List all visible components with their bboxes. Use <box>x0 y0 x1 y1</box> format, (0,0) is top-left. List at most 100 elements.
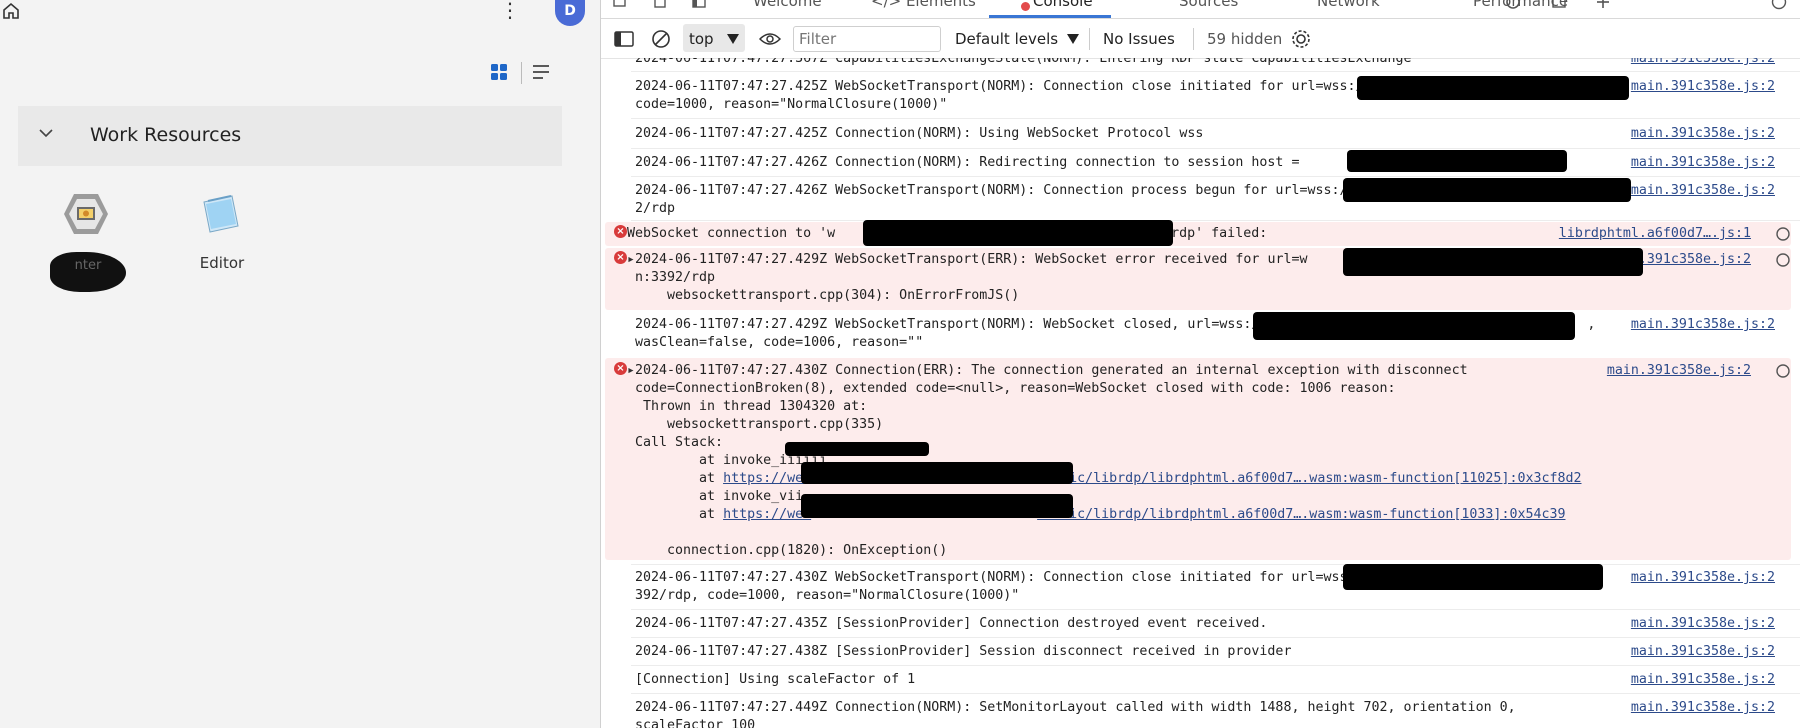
inspect-icon[interactable] <box>613 0 629 10</box>
error-badge <box>1021 2 1030 11</box>
message-text: at invoke_vii <box>635 489 804 504</box>
stack-link[interactable]: static/librdp/librdphtml.a6f00d7….wasm:w… <box>1037 471 1581 486</box>
link-icon[interactable] <box>1775 226 1791 242</box>
tile-view-icon[interactable] <box>491 64 507 80</box>
help-icon[interactable] <box>1771 0 1787 10</box>
message-text: 2024-06-11T07:47:27.438Z [SessionProvide… <box>635 644 1292 659</box>
source-link[interactable]: main.391c358e.js:2 <box>1631 615 1775 633</box>
context-label: top <box>689 30 714 48</box>
source-link[interactable]: main.391c358e.js:2 <box>1631 182 1775 200</box>
message-divider <box>631 118 1800 119</box>
tab-elements[interactable]: </> Elements <box>871 0 976 10</box>
console-message[interactable]: 2024-06-11T07:47:27.367Z CapabilitiesExc… <box>605 58 1791 68</box>
desktop-app-icon[interactable] <box>62 192 110 236</box>
view-divider <box>521 62 522 84</box>
workspace-panel: ⋮ D Work Resources nter Editor <box>0 0 600 728</box>
plus-icon[interactable] <box>1595 0 1611 10</box>
source-link[interactable]: main.391c358e.js:2 <box>1631 78 1775 96</box>
console-message[interactable]: 2024-06-11T07:47:27.449Z Connection(NORM… <box>605 699 1791 728</box>
clear-console-icon[interactable] <box>651 29 671 49</box>
tab-console[interactable]: Console <box>1033 0 1093 10</box>
notepad-icon[interactable] <box>198 192 244 236</box>
toolbar-divider <box>1089 28 1090 50</box>
console-message[interactable]: 2024-06-11T07:47:27.429Z WebSocketTransp… <box>605 316 1791 352</box>
source-link[interactable]: main.391c358e.js:2 <box>1631 154 1775 172</box>
filter-input[interactable] <box>793 26 941 52</box>
toolbar-divider <box>1193 28 1194 50</box>
redaction <box>801 494 1073 518</box>
message-text: [Connection] Using scaleFactor of 1 <box>635 672 916 687</box>
home-icon[interactable] <box>2 1 20 21</box>
link-icon[interactable] <box>1775 363 1791 379</box>
source-link[interactable]: main.391c358e.js:2 <box>1631 125 1775 143</box>
console-message[interactable]: 2024-06-11T07:47:27.435Z [SessionProvide… <box>605 615 1791 633</box>
tab-sources[interactable]: Sources <box>1179 0 1238 10</box>
error-icon: × <box>614 362 627 375</box>
caret-down-icon[interactable] <box>1067 34 1079 44</box>
redaction <box>1343 248 1643 276</box>
redaction <box>1347 150 1567 172</box>
message-text: code=ConnectionBroken(8), extended code=… <box>635 381 1396 396</box>
message-divider <box>631 693 1800 694</box>
source-link[interactable]: main.391c358e.js:2 <box>1607 362 1751 380</box>
console-message[interactable]: [Connection] Using scaleFactor of 1 main… <box>605 671 1791 689</box>
stack-frame: at https://web static/librdp/librdphtml.a… <box>635 471 1582 486</box>
message-divider <box>631 220 1800 221</box>
source-link[interactable]: main.391c358e.js:2 <box>1631 316 1775 334</box>
console-error[interactable]: × WebSocket connection to 'w/rdp' failed… <box>605 222 1791 246</box>
sidebar-toggle-icon[interactable] <box>614 31 634 47</box>
message-text: ▸2024-06-11T07:47:27.430Z Connection(ERR… <box>627 363 1468 378</box>
default-levels-dropdown[interactable]: Default levels <box>955 30 1058 48</box>
redaction <box>1343 564 1603 590</box>
message-text: 2024-06-11T07:47:27.425Z Connection(NORM… <box>635 126 1204 141</box>
console-toolbar: top Default levels No Issues 59 hidden <box>601 20 1800 59</box>
source-link[interactable]: main.391c358e.js:2 <box>1631 671 1775 689</box>
window-icon[interactable] <box>1551 0 1567 10</box>
redaction <box>1253 312 1575 340</box>
source-link[interactable]: main.391c358e.js:2 <box>1631 569 1775 587</box>
tab-welcome[interactable]: Welcome <box>753 0 822 10</box>
console-message[interactable]: 2024-06-11T07:47:27.438Z [SessionProvide… <box>605 643 1791 661</box>
device-icon[interactable] <box>653 0 669 10</box>
source-link[interactable]: main.391c358e.js:2 <box>1631 643 1775 661</box>
gear-icon[interactable] <box>1291 29 1311 49</box>
redaction <box>1357 76 1629 100</box>
link-icon[interactable] <box>1775 252 1791 268</box>
issues-button[interactable]: No Issues <box>1103 30 1175 48</box>
chevron-down-icon[interactable] <box>38 126 54 140</box>
error-icon: × <box>614 251 627 264</box>
list-view-icon[interactable] <box>533 64 551 80</box>
source-link[interactable]: main.391c358e.js:2 <box>1631 699 1775 717</box>
console-error[interactable]: × ▸2024-06-11T07:47:27.430Z Connection(E… <box>605 358 1791 560</box>
source-link[interactable]: main.391c358e.js:2 <box>1631 58 1775 68</box>
more-options-icon[interactable]: ⋮ <box>500 0 520 24</box>
message-text: websockettransport.cpp(304): OnErrorFrom… <box>635 288 1020 303</box>
resource-label[interactable]: Editor <box>188 254 256 272</box>
stack-link[interactable]: https://web <box>723 471 811 486</box>
section-title: Work Resources <box>90 124 242 146</box>
active-tab-indicator <box>989 15 1111 18</box>
dock-icon[interactable] <box>691 0 707 10</box>
message-divider <box>631 176 1800 177</box>
more-tools-icon[interactable]: ··· <box>1713 0 1727 8</box>
message-text: Thrown in thread 1304320 at: <box>635 399 868 414</box>
avatar[interactable]: D <box>555 0 585 26</box>
stack-link[interactable]: static/librdp/librdphtml.a6f00d7….wasm:w… <box>1037 507 1565 522</box>
stack-link[interactable]: https://web <box>723 507 811 522</box>
error-icon: × <box>614 225 627 238</box>
message-text: scaleFactor 100 <box>635 718 756 728</box>
message-text: 2024-06-11T07:47:27.367Z CapabilitiesExc… <box>635 58 1412 66</box>
gear-icon[interactable] <box>1505 0 1521 10</box>
console-message[interactable]: 2024-06-11T07:47:27.430Z WebSocketTransp… <box>605 569 1791 605</box>
message-text: 2/rdp <box>635 201 676 216</box>
eye-icon[interactable] <box>759 31 781 47</box>
redaction <box>801 462 1073 484</box>
console-message[interactable]: 2024-06-11T07:47:27.426Z Connection(NORM… <box>605 154 1791 172</box>
caret-down-icon[interactable] <box>727 34 739 44</box>
message-text: 2024-06-11T07:47:27.435Z [SessionProvide… <box>635 616 1268 631</box>
source-link[interactable]: librdphtml.a6f00d7….js:1 <box>1559 225 1751 243</box>
message-text: websockettransport.cpp(335) <box>635 417 884 432</box>
tab-network[interactable]: Network <box>1317 0 1380 10</box>
console-message[interactable]: 2024-06-11T07:47:27.425Z Connection(NORM… <box>605 125 1791 143</box>
resource-label[interactable]: nter <box>50 252 126 292</box>
